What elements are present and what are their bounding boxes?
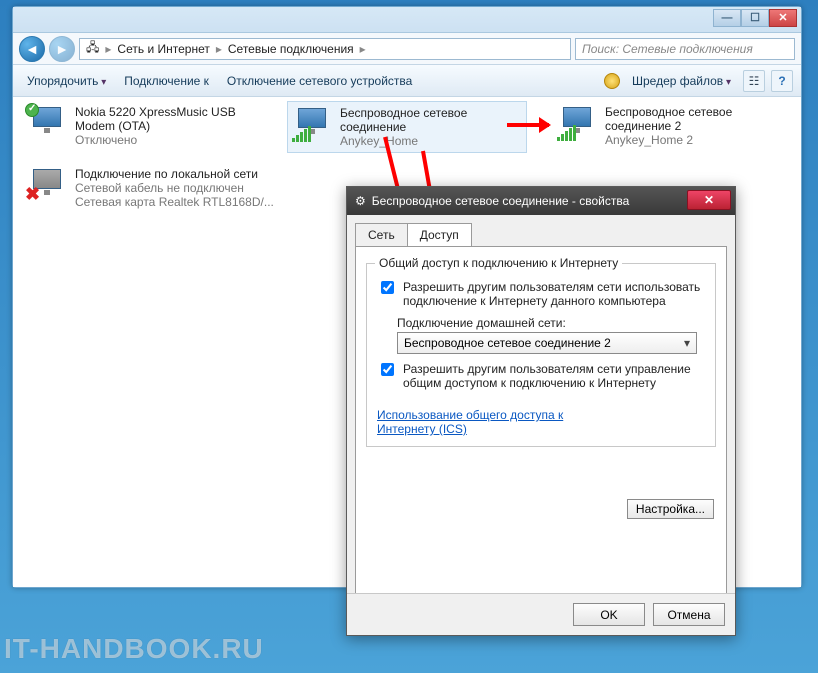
home-network-label: Подключение домашней сети: (397, 316, 705, 330)
close-button[interactable]: ✕ (769, 9, 797, 27)
breadcrumb-root-icon: 🖧 (84, 38, 101, 59)
connection-item-wifi2[interactable]: Беспроводное сетевое соединение 2 Anykey… (553, 101, 773, 151)
file-shredder-button[interactable]: Шредер файлов (626, 72, 737, 90)
tab-network[interactable]: Сеть (355, 223, 408, 246)
connection-status: Сетевой кабель не подключен (75, 181, 274, 195)
ics-help-link[interactable]: Использование общего доступа к (377, 408, 563, 422)
ok-button[interactable]: OK (573, 603, 645, 626)
connection-status: Отключено (75, 133, 236, 147)
search-input[interactable]: Поиск: Сетевые подключения (575, 38, 795, 60)
organize-button[interactable]: Упорядочить (21, 72, 112, 90)
watermark: IT-HANDBOOK.RU (4, 633, 264, 665)
connection-title: Nokia 5220 XpressMusic USB (75, 105, 236, 119)
disable-device-button[interactable]: Отключение сетевого устройства (221, 72, 418, 90)
chevron-right-icon: ▸ (103, 42, 113, 56)
group-title: Общий доступ к подключению к Интернету (375, 256, 622, 270)
connect-to-button[interactable]: Подключение к (118, 72, 215, 90)
help-button[interactable]: ? (771, 70, 793, 92)
connection-title: Беспроводное сетевое (340, 106, 467, 120)
breadcrumb-level2[interactable]: Сетевые подключения (226, 42, 356, 56)
allow-sharing-label: Разрешить другим пользователям сети испо… (403, 280, 705, 308)
connection-adapter: Сетевая карта Realtek RTL8168D/... (75, 195, 274, 209)
allow-control-label: Разрешить другим пользователям сети упра… (403, 362, 705, 390)
connection-title: Беспроводное сетевое (605, 105, 732, 119)
tab-content: Общий доступ к подключению к Интернету Р… (355, 246, 727, 606)
dialog-titlebar: ⚙ Беспроводное сетевое соединение - свой… (347, 187, 735, 215)
chevron-right-icon: ▸ (214, 42, 224, 56)
connection-item-lan[interactable]: ✖ Подключение по локальной сети Сетевой … (23, 163, 293, 213)
connection-title: Подключение по локальной сети (75, 167, 274, 181)
modem-icon (27, 105, 67, 141)
dialog-footer: OK Отмена (347, 593, 735, 635)
socket-icon: ⚙ (355, 194, 366, 208)
annotation-arrow (507, 123, 549, 127)
nav-forward-button[interactable]: ► (49, 36, 75, 62)
properties-dialog: ⚙ Беспроводное сетевое соединение - свой… (346, 186, 736, 636)
breadcrumb-level1[interactable]: Сеть и Интернет (115, 42, 211, 56)
connection-status: Anykey_Home (340, 134, 467, 148)
cancel-button[interactable]: Отмена (653, 603, 725, 626)
view-options-button[interactable]: ☷ (743, 70, 765, 92)
tab-sharing[interactable]: Доступ (407, 223, 472, 246)
chevron-right-icon: ▸ (358, 42, 368, 56)
dialog-title: Беспроводное сетевое соединение - свойст… (372, 194, 630, 208)
connection-title: Modem (OTA) (75, 119, 236, 133)
dialog-close-button[interactable]: ✕ (687, 190, 731, 210)
ics-help-link[interactable]: Интернету (ICS) (377, 422, 467, 436)
ics-group: Общий доступ к подключению к Интернету Р… (366, 263, 716, 447)
allow-sharing-checkbox[interactable] (381, 281, 394, 294)
configure-button[interactable]: Настройка... (627, 499, 714, 519)
allow-control-checkbox[interactable] (381, 363, 394, 376)
wifi-icon (292, 106, 332, 142)
wifi-icon (557, 105, 597, 141)
connection-status: Anykey_Home 2 (605, 133, 732, 147)
combo-value: Беспроводное сетевое соединение 2 (404, 336, 611, 350)
shredder-icon (604, 73, 620, 89)
breadcrumb-bar[interactable]: 🖧 ▸ Сеть и Интернет ▸ Сетевые подключени… (79, 38, 571, 60)
nav-back-button[interactable]: ◄ (19, 36, 45, 62)
connection-title: соединение 2 (605, 119, 732, 133)
minimize-button[interactable]: — (713, 9, 741, 27)
connection-item-modem[interactable]: Nokia 5220 XpressMusic USB Modem (OTA) О… (23, 101, 273, 151)
address-bar: ◄ ► 🖧 ▸ Сеть и Интернет ▸ Сетевые подклю… (13, 33, 801, 65)
connection-item-wifi1[interactable]: Беспроводное сетевое соединение Anykey_H… (287, 101, 527, 153)
lan-icon: ✖ (27, 167, 67, 203)
explorer-titlebar: — ☐ ✕ (13, 7, 801, 33)
toolbar: Упорядочить Подключение к Отключение сет… (13, 65, 801, 97)
maximize-button[interactable]: ☐ (741, 9, 769, 27)
connection-title: соединение (340, 120, 467, 134)
home-network-combo[interactable]: Беспроводное сетевое соединение 2 (397, 332, 697, 354)
